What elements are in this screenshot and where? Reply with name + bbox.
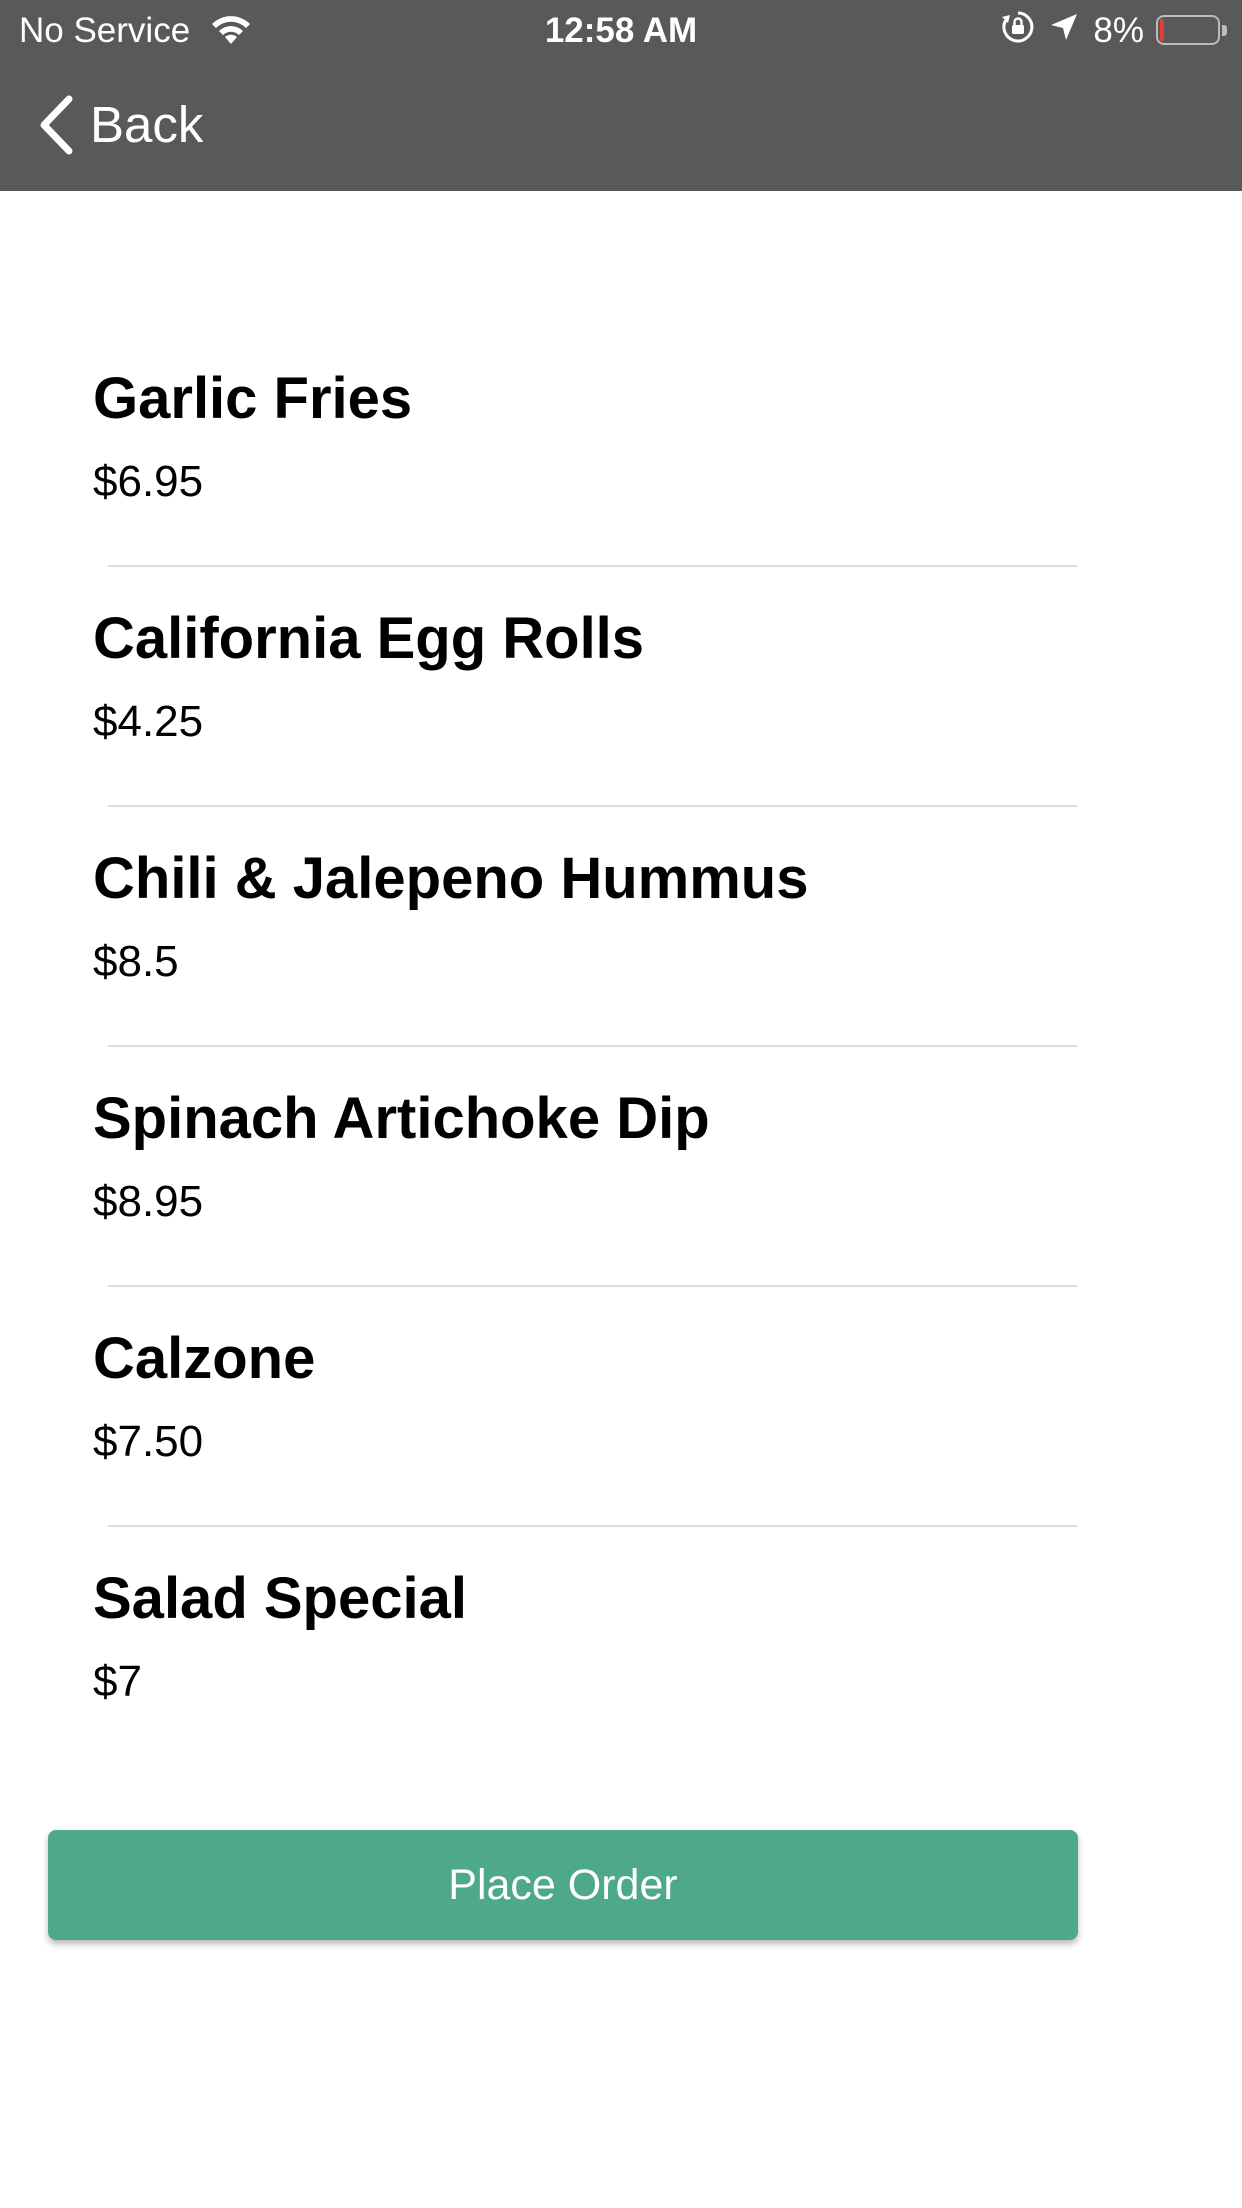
menu-item[interactable]: Chili & Jalepeno Hummus $8.5	[0, 844, 1242, 1084]
item-price: $6.95	[93, 457, 204, 506]
status-right: 8%	[1001, 10, 1228, 52]
status-bar: No Service 12:58 AM 8%	[0, 0, 1242, 62]
menu-item[interactable]: Garlic Fries $6.95	[0, 364, 1242, 604]
menu-item[interactable]: California Egg Rolls $4.25	[0, 604, 1242, 844]
battery-icon	[1156, 15, 1228, 47]
divider	[108, 1525, 1077, 1527]
item-price: $8.5	[93, 937, 179, 986]
item-name: Calzone	[93, 1326, 316, 1391]
divider	[108, 1285, 1077, 1287]
battery-percent: 8%	[1093, 11, 1144, 50]
item-name: California Egg Rolls	[93, 606, 645, 671]
item-name: Garlic Fries	[93, 366, 413, 431]
item-price: $7.50	[93, 1417, 204, 1466]
menu-item[interactable]: Calzone $7.50	[0, 1324, 1242, 1564]
item-name: Salad Special	[93, 1566, 467, 1631]
menu-item[interactable]: Spinach Artichoke Dip $8.95	[0, 1084, 1242, 1324]
place-order-button[interactable]: Place Order	[48, 1830, 1078, 1940]
item-price: $7	[93, 1657, 142, 1706]
menu-item[interactable]: Salad Special $7	[0, 1564, 1242, 1804]
chevron-left-icon	[40, 95, 73, 155]
item-name: Chili & Jalepeno Hummus	[93, 846, 809, 911]
app-header: No Service 12:58 AM 8% Back	[0, 0, 1242, 191]
navigation-bar: Back	[0, 62, 1242, 191]
divider	[108, 565, 1077, 567]
item-price: $8.95	[93, 1177, 204, 1226]
orientation-lock-icon	[1001, 10, 1035, 53]
location-arrow-icon	[1049, 11, 1079, 51]
divider	[108, 805, 1077, 807]
item-name: Spinach Artichoke Dip	[93, 1086, 710, 1151]
item-price: $4.25	[93, 697, 204, 746]
battery-level-fill	[1160, 19, 1164, 41]
divider	[108, 1045, 1077, 1047]
back-label: Back	[90, 96, 204, 153]
back-button[interactable]: Back	[36, 92, 203, 158]
